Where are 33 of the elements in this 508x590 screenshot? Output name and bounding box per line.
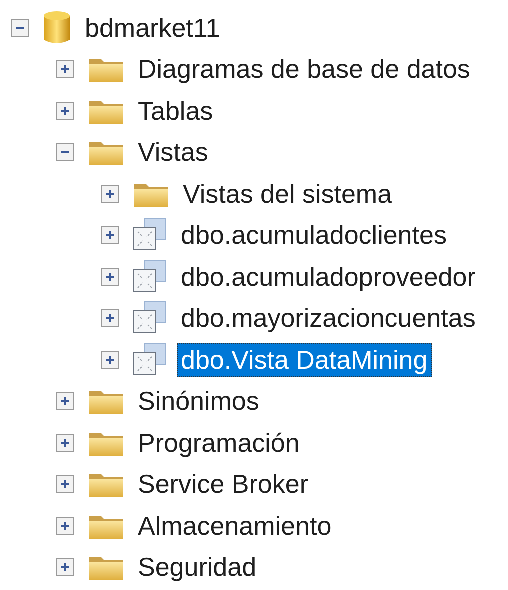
expand-toggle[interactable] [101, 350, 119, 369]
collapse-toggle[interactable] [11, 18, 29, 37]
expand-toggle[interactable] [101, 309, 119, 328]
tree-item[interactable]: Sinónimos [134, 384, 264, 418]
expand-toggle[interactable] [56, 60, 74, 78]
expand-toggle[interactable] [56, 516, 74, 535]
tree-item[interactable]: Tablas [134, 94, 218, 128]
tree-item[interactable]: bdmarket11 [81, 10, 224, 45]
view-icon [133, 260, 167, 294]
tree-item[interactable]: Almacenamiento [134, 508, 336, 543]
tree-item[interactable]: Diagramas de base de datos [134, 52, 474, 86]
tree-item[interactable]: Programación [134, 426, 304, 460]
database-icon [43, 10, 71, 46]
expand-toggle[interactable] [56, 434, 74, 452]
collapse-toggle[interactable] [56, 143, 74, 162]
expand-toggle[interactable] [101, 268, 119, 286]
tree-item[interactable]: Vistas [134, 135, 212, 170]
tree-item[interactable]: dbo.mayorizacioncuentas [177, 301, 480, 336]
expand-toggle[interactable] [101, 184, 119, 203]
tree-item[interactable]: Vistas del sistema [179, 176, 396, 211]
tree-item[interactable]: dbo.acumuladoclientes [177, 218, 451, 252]
tree-item[interactable]: dbo.acumuladoproveedor [177, 260, 480, 294]
tree-item[interactable]: dbo.Vista DataMining [177, 342, 432, 377]
view-icon [133, 301, 167, 336]
view-icon [133, 342, 167, 377]
expand-toggle[interactable] [101, 226, 119, 244]
expand-toggle[interactable] [56, 102, 74, 120]
tree-item[interactable]: Service Broker [134, 467, 312, 502]
expand-toggle[interactable] [56, 392, 74, 410]
tree-item[interactable]: Seguridad [134, 550, 261, 584]
expand-toggle[interactable] [56, 475, 74, 494]
view-icon [133, 218, 167, 252]
expand-toggle[interactable] [56, 558, 74, 576]
